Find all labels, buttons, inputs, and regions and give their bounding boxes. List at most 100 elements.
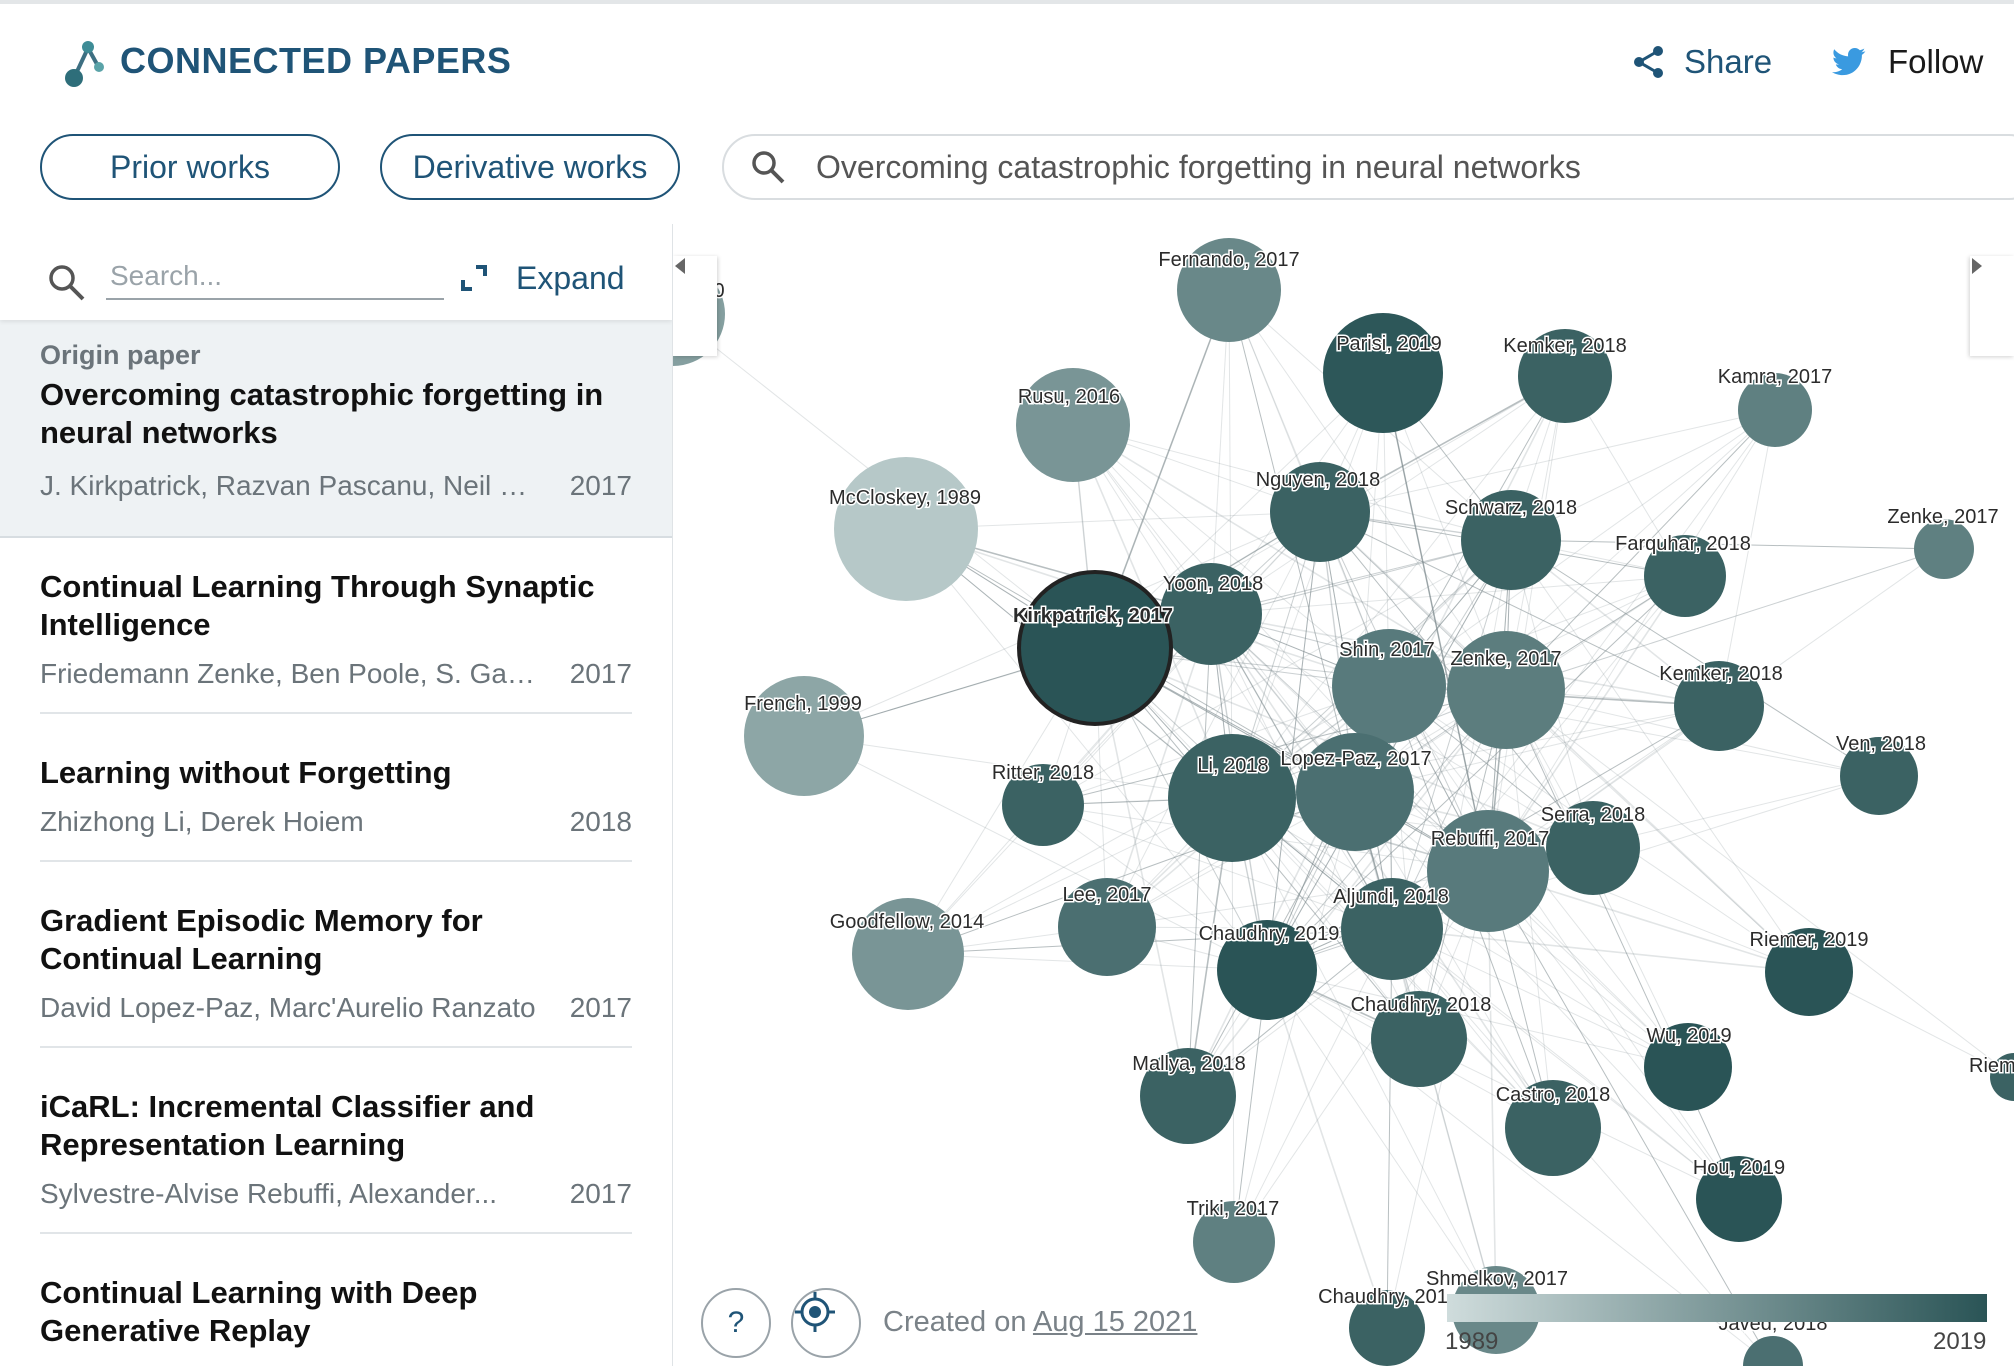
year-color-legend <box>1447 1294 1987 1322</box>
expand-label: Expand <box>516 259 625 296</box>
paper-node-label: Chaudhry, 201 <box>1318 1286 1448 1308</box>
paper-node-label: Mallya, 2018 <box>1132 1053 1245 1075</box>
paper-title: Continual Learning with Deep Generative … <box>40 1275 478 1348</box>
paper-year: 2017 <box>569 658 632 689</box>
paper-node-label: Wu, 2019 <box>1646 1025 1731 1047</box>
paper-node-label: Kirkpatrick, 2017 <box>1013 605 1173 627</box>
paper-graph[interactable]: Fernando, 2017 Parisi, 2019 Kemker, 2018 Ka… <box>673 224 2014 1366</box>
graph-edge <box>1487 375 1566 872</box>
paper-authors: J. Kirkpatrick, Razvan Pascanu, Neil C..… <box>40 470 540 501</box>
paper-list-item[interactable]: Continual Learning with Deep Generative … <box>40 1274 632 1350</box>
paper-meta: Friedemann Zenke, Ben Poole, S. Ganguli … <box>40 658 632 690</box>
paper-title: Overcoming catastrophic forgetting in ne… <box>40 377 604 450</box>
search-icon <box>49 265 85 301</box>
share-button[interactable]: Share <box>1632 40 1772 84</box>
expand-icon <box>461 265 487 291</box>
paper-node-label: Riemer, 2019 <box>1750 929 1869 951</box>
paper-authors: David Lopez-Paz, Marc'Aurelio Ranzato <box>40 992 536 1023</box>
share-label: Share <box>1684 43 1773 80</box>
paper-year: 2018 <box>569 806 632 837</box>
legend-max-year: 2019 <box>1933 1328 1987 1355</box>
divider <box>40 1046 632 1048</box>
paper-node[interactable] <box>1914 519 1974 579</box>
paper-node-label: Castro, 2018 <box>1496 1084 1611 1106</box>
paper-node-label: Farquhar, 2018 <box>1615 533 1751 555</box>
paper-node-label: Lopez-Paz, 2017 <box>1280 748 1431 770</box>
paper-node-label: Triki, 2017 <box>1187 1198 1280 1220</box>
paper-title: iCaRL: Incremental Classifier and Repres… <box>40 1089 535 1162</box>
paper-node-label: Ritter, 2018 <box>992 762 1094 784</box>
paper-meta: Zhizhong Li, Derek Hoiem 2018 <box>40 806 632 838</box>
paper-list-item[interactable]: Continual Learning Through Synaptic Inte… <box>40 568 632 714</box>
caret-right-icon <box>1972 258 1982 274</box>
created-prefix: Created on <box>883 1306 1033 1338</box>
paper-meta: J. Kirkpatrick, Razvan Pascanu, Neil C..… <box>40 470 632 502</box>
follow-button[interactable]: Follow <box>1832 40 1983 84</box>
paper-node-label: Nguyen, 2018 <box>1256 469 1381 491</box>
paper-node[interactable] <box>1017 570 1173 726</box>
origin-paper-label: Origin paper <box>40 340 201 370</box>
created-on-text: Created on Aug 15 2021 <box>883 1306 1197 1339</box>
paper-node-label: Aljundi, 2018 <box>1333 886 1449 908</box>
search-icon <box>752 151 785 184</box>
help-button[interactable]: ? <box>701 1288 771 1358</box>
brand-title[interactable]: CONNECTED PAPERS <box>120 40 511 82</box>
origin-paper-item[interactable]: Origin paper Overcoming catastrophic for… <box>0 320 672 538</box>
paper-node[interactable] <box>1323 313 1443 433</box>
follow-label: Follow <box>1888 43 1984 80</box>
paper-node-label: Yoon, 2018 <box>1163 573 1263 595</box>
graph-edge <box>1391 928 1497 1311</box>
paper-node-label: Chaudhry, 2018 <box>1351 994 1492 1016</box>
paper-node-label: Chaudhry, 2019 <box>1199 923 1340 945</box>
list-search-input[interactable] <box>106 254 444 300</box>
paper-node-label: Schwarz, 2018 <box>1445 497 1577 519</box>
paper-list-item[interactable]: Gradient Episodic Memory for Continual L… <box>40 902 632 1048</box>
prior-works-button[interactable]: Prior works <box>40 134 340 200</box>
collapse-left-button[interactable] <box>673 256 717 356</box>
open-right-panel-button[interactable] <box>1970 256 2014 356</box>
divider <box>40 1232 632 1234</box>
created-date-link[interactable]: Aug 15 2021 <box>1033 1306 1197 1338</box>
connected-papers-logo-icon[interactable] <box>60 36 106 88</box>
paper-node-label: McCloskey, 1989 <box>829 487 981 509</box>
paper-node[interactable] <box>1168 734 1296 862</box>
paper-node-label: Kemker, 2018 <box>1503 335 1626 357</box>
paper-node-label: Shin, 2017 <box>1339 639 1435 661</box>
graph-edge <box>1266 969 1388 1329</box>
paper-node-label: Li, 2018 <box>1197 755 1268 777</box>
paper-authors: Zhizhong Li, Derek Hoiem <box>40 806 364 837</box>
paper-node-label: Goodfellow, 2014 <box>830 911 985 933</box>
paper-list-item[interactable]: iCaRL: Incremental Classifier and Repres… <box>40 1088 632 1234</box>
paper-list-panel: Expand Origin paper Overcoming catastrop… <box>0 224 673 1366</box>
legend-min-year: 1989 <box>1445 1328 1499 1355</box>
header: CONNECTED PAPERS Share Follow <box>0 4 2014 114</box>
divider <box>40 860 632 862</box>
paper-year: 2017 <box>569 1178 632 1209</box>
locate-icon <box>795 1292 835 1332</box>
paper-list-item[interactable]: Learning without Forgetting Zhizhong Li,… <box>40 754 632 862</box>
expand-button[interactable]: Expand <box>460 256 625 300</box>
paper-node-label: Lee, 2017 <box>1063 884 1152 906</box>
paper-title: Continual Learning Through Synaptic Inte… <box>40 569 595 642</box>
paper-node-label: Fernando, 2017 <box>1158 249 1299 271</box>
paper-node-label: Kamra, 2017 <box>1718 366 1833 388</box>
paper-authors: Friedemann Zenke, Ben Poole, S. Ganguli <box>40 658 540 689</box>
paper-year: 2017 <box>569 470 632 501</box>
paper-title: Gradient Episodic Memory for Continual L… <box>40 903 483 976</box>
paper-authors: Sylvestre-Alvise Rebuffi, Alexander... <box>40 1178 498 1209</box>
graph-view[interactable]: Fernando, 2017 Parisi, 2019 Kemker, 2018 Ka… <box>673 224 2014 1366</box>
paper-meta: David Lopez-Paz, Marc'Aurelio Ranzato 20… <box>40 992 632 1024</box>
recenter-button[interactable] <box>791 1288 861 1358</box>
share-icon <box>1634 46 1663 78</box>
main-search-bar[interactable]: Overcoming catastrophic forgetting in ne… <box>722 134 2014 200</box>
paper-node-label: Rebuffi, 2017 <box>1431 828 1550 850</box>
graph-edge <box>1391 928 1810 973</box>
paper-node-label: Ven, 2018 <box>1836 733 1926 755</box>
paper-node-label: Parisi, 2019 <box>1336 333 1442 355</box>
caret-left-icon <box>675 258 685 274</box>
paper-node[interactable] <box>834 457 978 601</box>
derivative-works-button[interactable]: Derivative works <box>380 134 680 200</box>
paper-node[interactable] <box>1743 1336 1803 1366</box>
paper-node-label: Kemker, 2018 <box>1659 663 1782 685</box>
paper-node-label: Serra, 2018 <box>1541 804 1646 826</box>
